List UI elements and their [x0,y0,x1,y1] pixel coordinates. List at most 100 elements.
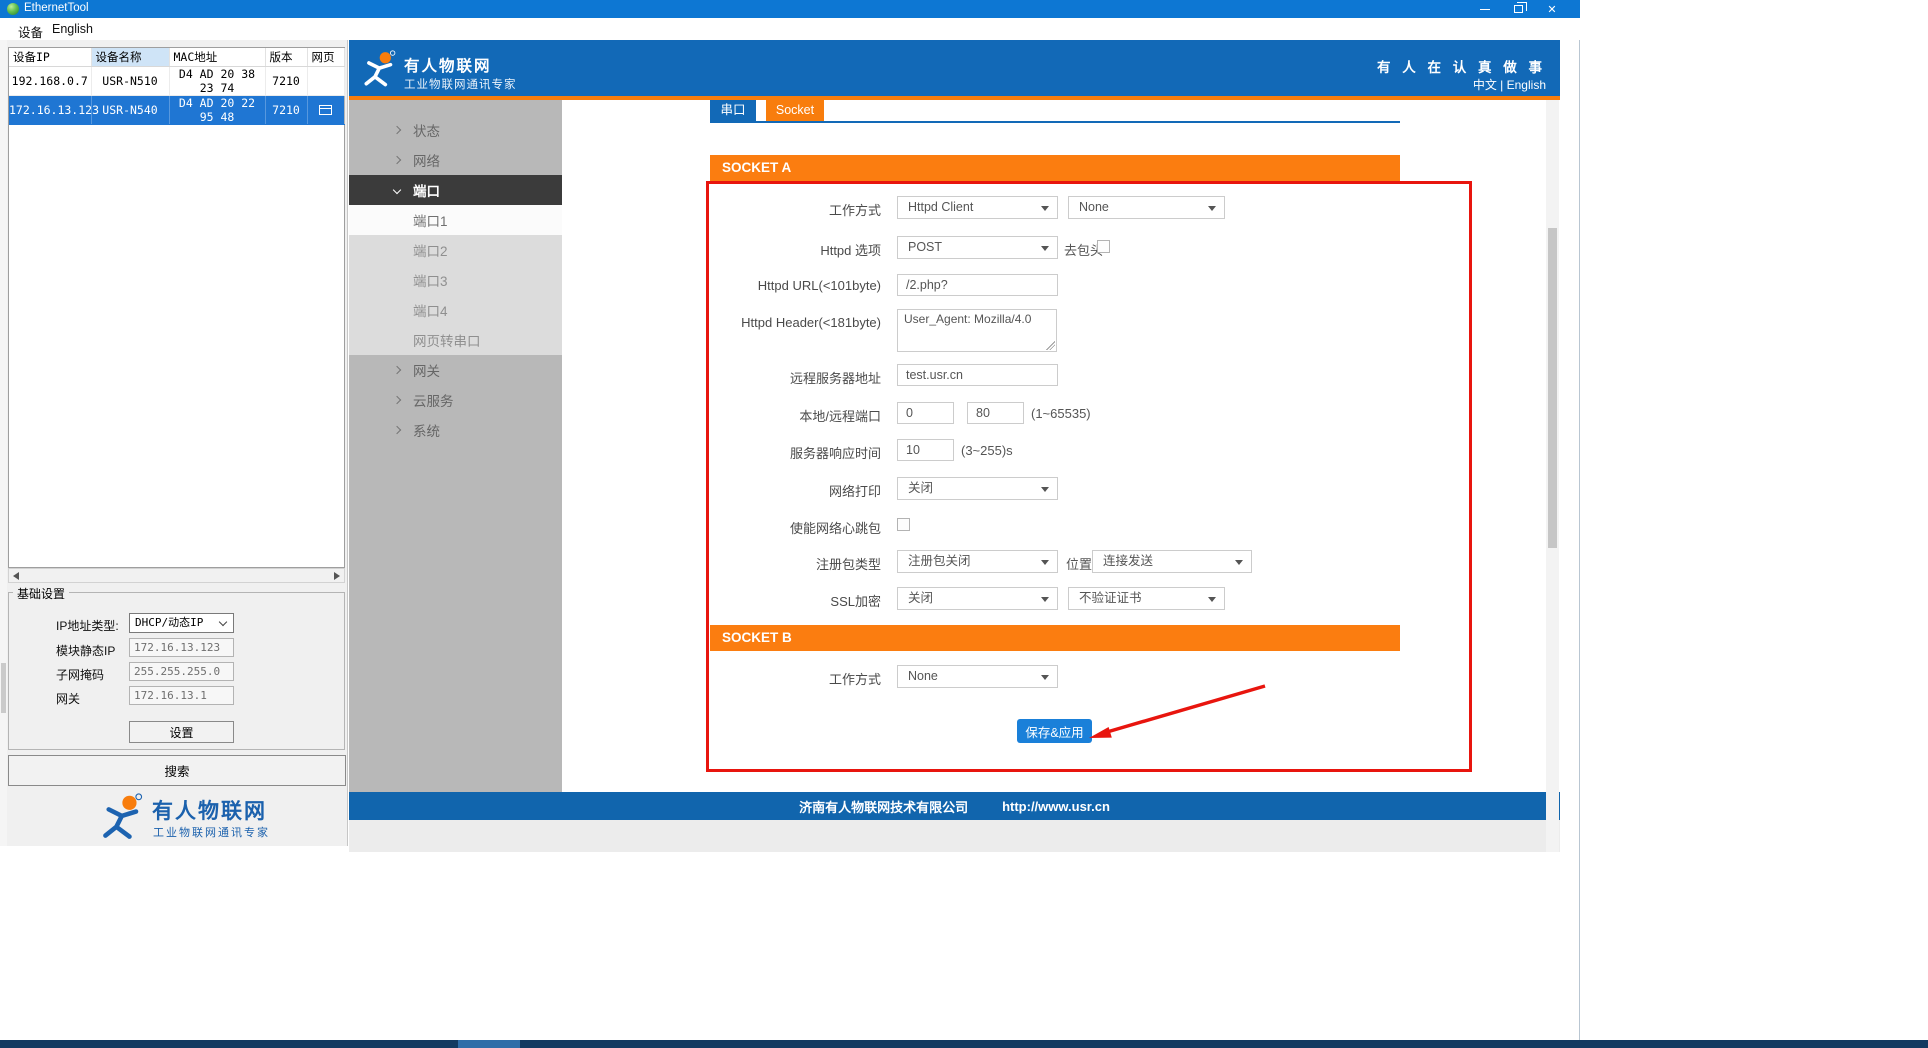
screen: EthernetTool ✕ 设备 English 设备IP 设备名称 [0,0,1928,1048]
strip-header-checkbox[interactable] [1097,240,1110,253]
footer-url[interactable]: http://www.usr.cn [1002,799,1110,814]
menu-bar: 设备 English [0,18,1580,40]
device-table-container: 设备IP 设备名称 MAC地址 版本 网页 192.168.0.7 USR-N5… [8,47,345,568]
httpd-header-textarea[interactable]: User_Agent: Mozilla/4.0 [897,309,1057,352]
sidebar-item-cloud[interactable]: 云服务 [349,385,562,415]
tab-socket[interactable]: Socket [766,100,824,121]
textarea-resize-grip[interactable] [1046,341,1055,350]
device-row-selected[interactable]: 172.16.13.123 USR-N540 D4 AD 20 22 95 48… [9,95,344,124]
reg-packet-select[interactable]: 注册包关闭 [897,550,1058,573]
cell-webpage[interactable] [307,95,344,124]
dropdown-caret-icon [1041,206,1049,211]
chevron-right-icon [393,396,401,404]
sidebar-item-port4[interactable]: 端口4 [349,295,562,325]
usr-logo-name: 有人物联网 [152,795,267,825]
sidebar-item-port3[interactable]: 端口3 [349,265,562,295]
taskbar-active-app[interactable] [458,1040,520,1048]
sidebar-item-port[interactable]: 端口 [349,175,562,205]
response-time-hint: (3~255)s [961,443,1013,458]
cell-name[interactable]: USR-N510 [91,66,169,95]
ip-type-combobox[interactable]: DHCP/动态IP [129,613,234,633]
col-device-ip[interactable]: 设备IP [9,48,91,66]
title-bar[interactable]: EthernetTool ✕ [0,0,1580,18]
menu-english[interactable]: English [52,22,93,36]
sidebar-item-web2serial[interactable]: 网页转串口 [349,325,562,355]
taskbar[interactable] [0,1040,1928,1048]
sidebar-item-network[interactable]: 网络 [349,145,562,175]
web-sidebar: 状态 网络 端口 端口1 端口2 端口3 端口4 网页转串口 网关 云服务 系统 [349,100,562,792]
ethernettool-window: EthernetTool ✕ 设备 English 设备IP 设备名称 [0,0,1580,1040]
annotation-red-arrow [1075,672,1275,747]
work-mode-b-label: 工作方式 [600,669,881,688]
col-webpage[interactable]: 网页 [307,48,344,66]
gateway-field[interactable] [129,686,234,705]
close-button[interactable]: ✕ [1536,0,1568,18]
socket-b-header: SOCKET B [710,625,1400,651]
scroll-left-icon[interactable] [13,572,19,580]
col-device-name[interactable]: 设备名称 [91,48,169,66]
netmask-field[interactable] [129,662,234,681]
work-mode-b-select[interactable]: None [897,665,1058,688]
device-table: 设备IP 设备名称 MAC地址 版本 网页 192.168.0.7 USR-N5… [9,48,345,125]
col-version[interactable]: 版本 [265,48,307,66]
sidebar-item-port2[interactable]: 端口2 [349,235,562,265]
netmask-label: 子网掩码 [56,666,104,683]
work-mode-select[interactable]: Httpd Client [897,196,1058,219]
app-icon [7,3,19,15]
cell-mac[interactable]: D4 AD 20 38 23 74 [169,66,265,95]
local-port-input[interactable] [897,402,954,424]
set-button[interactable]: 设置 [129,721,234,743]
table-horizontal-scrollbar[interactable] [8,568,345,583]
cell-ip[interactable]: 192.168.0.7 [9,66,91,95]
usr-logo-icon [100,793,148,841]
ssl-cert-select[interactable]: 不验证证书 [1068,587,1225,610]
usr-logo-bottom: 有人物联网 工业物联网通讯专家 [100,793,340,845]
scroll-right-icon[interactable] [334,572,340,580]
cell-version[interactable]: 7210 [265,95,307,124]
web-vertical-scrollbar[interactable] [1546,100,1559,852]
reg-position-select[interactable]: 连接发送 [1092,550,1252,573]
cell-mac[interactable]: D4 AD 20 22 95 48 [169,95,265,124]
heartbeat-label: 使能网络心跳包 [600,518,881,537]
menu-device[interactable]: 设备 [18,22,43,41]
cell-version[interactable]: 7210 [265,66,307,95]
col-mac[interactable]: MAC地址 [169,48,265,66]
ports-label: 本地/远程端口 [600,406,881,425]
web-slogan: 有 人 在 认 真 做 事 [1377,56,1546,76]
response-time-input[interactable] [897,439,954,461]
heartbeat-checkbox[interactable] [897,518,910,531]
sidebar-item-gateway[interactable]: 网关 [349,355,562,385]
ssl-select[interactable]: 关闭 [897,587,1058,610]
sidebar-item-port1[interactable]: 端口1 [349,205,562,235]
ssl-label: SSL加密 [600,591,881,610]
chevron-down-icon [393,186,401,194]
cell-name[interactable]: USR-N540 [91,95,169,124]
chevron-right-icon [393,126,401,134]
work-mode-select-2[interactable]: None [1068,196,1225,219]
httpd-url-input[interactable] [897,274,1058,296]
search-button[interactable]: 搜索 [8,755,346,786]
left-vertical-scrollbar[interactable] [0,40,7,846]
tab-serial[interactable]: 串口 [710,100,756,121]
language-switch[interactable]: 中文 | English [1473,76,1546,93]
webpage-icon[interactable] [319,105,332,115]
sidebar-item-system[interactable]: 系统 [349,415,562,445]
cell-webpage[interactable] [307,66,344,95]
cell-ip[interactable]: 172.16.13.123 [9,95,91,124]
net-print-label: 网络打印 [600,481,881,500]
static-ip-field[interactable] [129,638,234,657]
restore-icon [1514,5,1523,13]
httpd-url-label: Httpd URL(<101byte) [600,278,881,293]
sidebar-item-status[interactable]: 状态 [349,115,562,145]
ip-type-label: IP地址类型: [56,617,119,634]
remote-server-input[interactable] [897,364,1058,386]
device-row[interactable]: 192.168.0.7 USR-N510 D4 AD 20 38 23 74 7… [9,66,344,95]
remote-port-input[interactable] [967,402,1024,424]
scrollbar-thumb[interactable] [1548,228,1557,548]
httpd-method-select[interactable]: POST [897,236,1058,259]
restore-button[interactable] [1502,0,1534,18]
net-print-select[interactable]: 关闭 [897,477,1058,500]
scrollbar-thumb[interactable] [1,663,6,713]
save-apply-button[interactable]: 保存&应用 [1017,719,1092,743]
minimize-button[interactable] [1469,0,1501,18]
